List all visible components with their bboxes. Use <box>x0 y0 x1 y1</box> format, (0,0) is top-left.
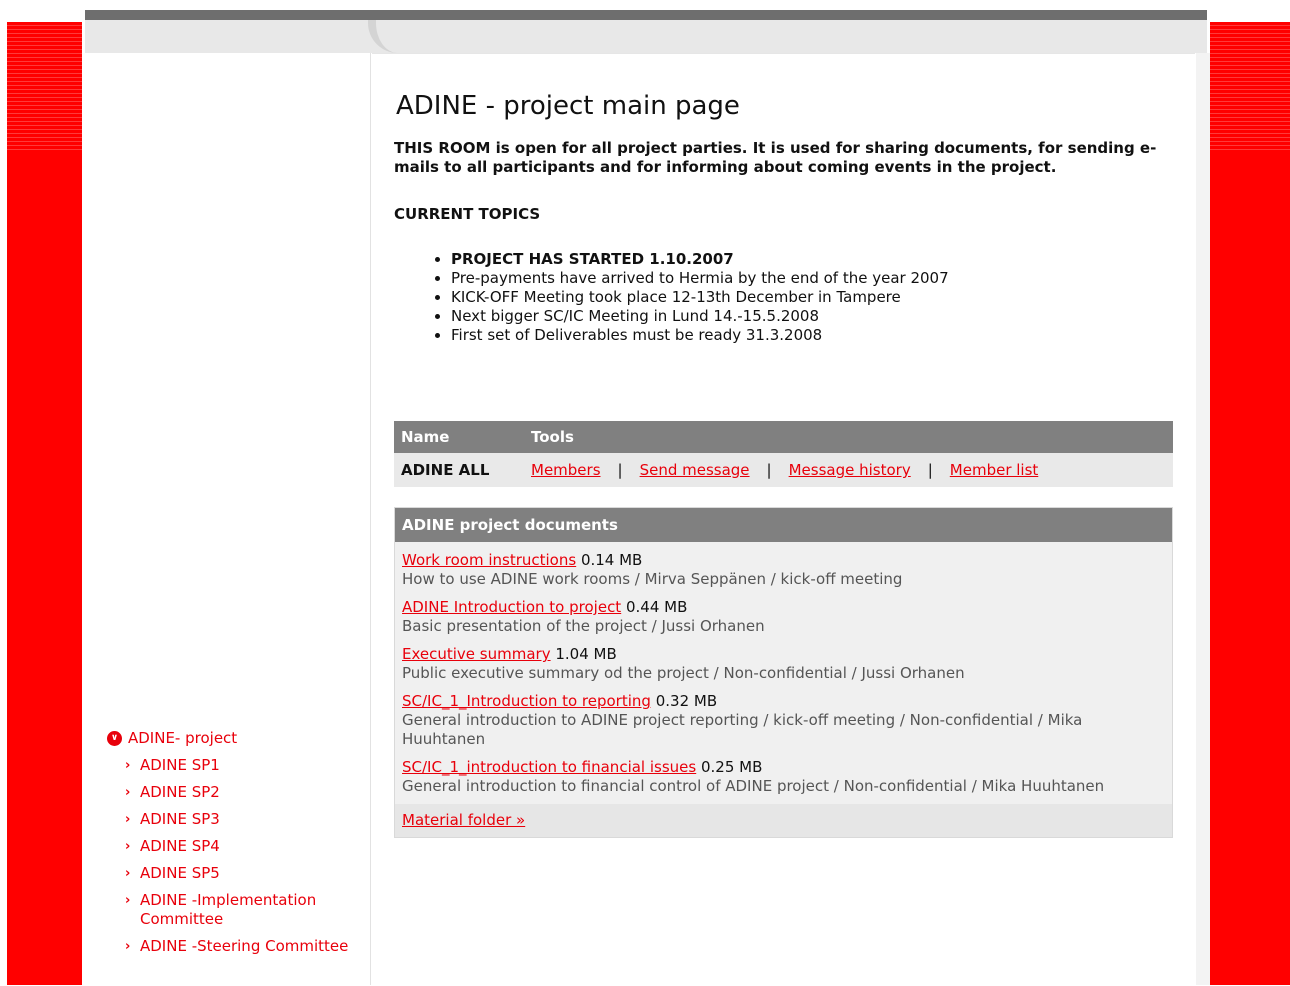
chevron-right-icon: › <box>125 758 131 773</box>
document-item: Work room instructions 0.14 MB How to use… <box>395 542 1172 589</box>
right-red-border <box>1210 22 1290 985</box>
documents-heading: ADINE project documents <box>395 508 1172 542</box>
group-name: ADINE ALL <box>401 461 490 479</box>
tool-link[interactable]: Message history <box>789 461 911 479</box>
intro-text: THIS ROOM is open for all project partie… <box>394 139 1157 176</box>
sidebar-item[interactable]: › ADINE -Implementation Committee <box>107 891 367 929</box>
document-link[interactable]: Work room instructions <box>402 551 576 569</box>
sidebar-item[interactable]: › ADINE SP2 <box>107 783 367 802</box>
document-size: 1.04 MB <box>555 645 617 663</box>
tool-link[interactable]: Member list <box>950 461 1039 479</box>
document-description: General introduction to financial contro… <box>402 777 1105 795</box>
nav-parent-label: ADINE- project <box>128 729 238 747</box>
chevron-right-icon: › <box>125 939 131 954</box>
document-link[interactable]: SC/IC_1_introduction to financial issues <box>402 758 696 776</box>
sidebar-item-label: ADINE -Implementation Committee <box>140 891 317 928</box>
topic-item: PROJECT HAS STARTED 1.10.2007 <box>451 250 1174 269</box>
sidebar-item-label: ADINE SP3 <box>140 810 220 828</box>
right-stripes <box>1210 22 1290 152</box>
document-item: Executive summary 1.04 MB Public executiv… <box>395 636 1172 683</box>
main-content: ADINE - project main page THIS ROOM is o… <box>394 88 1174 345</box>
right-gutter <box>1196 53 1210 985</box>
tools-row: ADINE ALL Members | Send message | Message h… <box>394 453 1173 487</box>
page-title: ADINE - project main page <box>396 91 740 121</box>
top-bar <box>85 10 1207 20</box>
top-band <box>85 20 1207 53</box>
sidebar-item-label: ADINE SP5 <box>140 864 220 882</box>
header-name: Name <box>401 428 450 446</box>
document-size: 0.25 MB <box>701 758 763 776</box>
nav-parent-adine-project[interactable]: ∨ ADINE- project <box>107 728 367 748</box>
link-separator: | <box>617 461 623 479</box>
document-item: ADINE Introduction to project 0.44 MB Bas… <box>395 589 1172 636</box>
topics-heading: CURRENT TOPICS <box>394 205 541 223</box>
sidebar-item[interactable]: › ADINE -Steering Committee <box>107 937 367 956</box>
sidebar-item[interactable]: › ADINE SP1 <box>107 756 367 775</box>
sidebar-item[interactable]: › ADINE SP4 <box>107 837 367 856</box>
topic-item: KICK-OFF Meeting took place 12-13th Dece… <box>451 288 1174 307</box>
chevron-right-icon: › <box>125 893 131 908</box>
sidebar-item[interactable]: › ADINE SP5 <box>107 864 367 883</box>
sidebar-item-label: ADINE SP1 <box>140 756 220 774</box>
document-size: 0.32 MB <box>655 692 718 710</box>
sidebar-nav: ∨ ADINE- project › ADINE SP1 › ADINE SP2 › AD… <box>107 728 367 956</box>
tools-header: Name Tools <box>394 421 1173 453</box>
chevron-right-icon: › <box>125 839 131 854</box>
document-item: SC/IC_1_introduction to financial issues… <box>395 749 1172 796</box>
sidebar-item-label: ADINE -Steering Committee <box>140 937 349 955</box>
document-link[interactable]: ADINE Introduction to project <box>402 598 621 616</box>
document-description: General introduction to ADINE project re… <box>402 711 1083 748</box>
document-size: 0.14 MB <box>580 551 643 569</box>
link-separator: | <box>927 461 933 479</box>
header-tools: Tools <box>531 428 574 446</box>
tool-link[interactable]: Members <box>531 461 601 479</box>
chevron-right-icon: › <box>125 785 131 800</box>
document-item: SC/IC_1_Introduction to reporting 0.32 M… <box>395 683 1172 749</box>
chevron-down-circle-icon: ∨ <box>107 730 122 746</box>
tools-table: Name Tools ADINE ALL Members | Send messag… <box>394 421 1173 487</box>
document-description: Basic presentation of the project / Juss… <box>402 617 765 635</box>
chevron-right-icon: › <box>125 866 131 881</box>
topic-item: Pre-payments have arrived to Hermia by t… <box>451 269 1174 288</box>
topic-item: First set of Deliverables must be ready … <box>451 326 1174 345</box>
link-separator: | <box>766 461 772 479</box>
documents-panel: ADINE project documents Work room instru… <box>394 507 1173 838</box>
sidebar-item[interactable]: › ADINE SP3 <box>107 810 367 829</box>
topic-item: Next bigger SC/IC Meeting in Lund 14.-15… <box>451 307 1174 326</box>
document-description: Public executive summary od the project … <box>402 664 965 682</box>
tool-link[interactable]: Send message <box>640 461 750 479</box>
chevron-right-icon: › <box>125 812 131 827</box>
document-size: 0.44 MB <box>625 598 688 616</box>
material-folder-link[interactable]: Material folder » <box>402 811 525 829</box>
document-link[interactable]: Executive summary <box>402 645 551 663</box>
sidebar-item-label: ADINE SP2 <box>140 783 220 801</box>
left-red-border <box>7 22 82 985</box>
document-description: How to use ADINE work rooms / Mirva Sepp… <box>402 570 903 588</box>
left-stripes <box>7 22 82 152</box>
sidebar-item-label: ADINE SP4 <box>140 837 220 855</box>
tool-links: Members | Send message | Message history | Mem… <box>531 453 1038 487</box>
documents-footer: Material folder » <box>395 804 1172 837</box>
topics-list: PROJECT HAS STARTED 1.10.2007Pre-payment… <box>394 250 1174 345</box>
document-link[interactable]: SC/IC_1_Introduction to reporting <box>402 692 651 710</box>
